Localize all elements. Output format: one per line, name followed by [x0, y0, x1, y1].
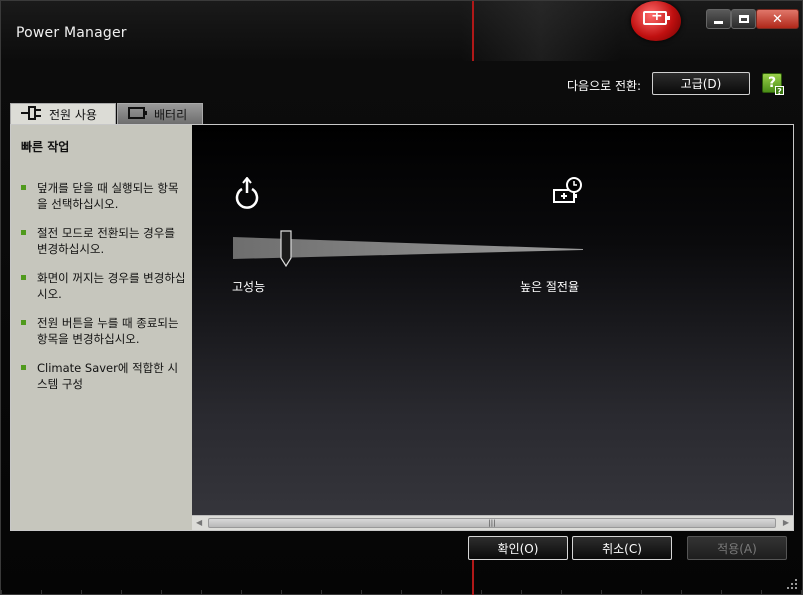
close-icon: ✕ [772, 11, 783, 27]
quick-task-label[interactable]: Climate Saver에 적합한 시스템 구성 [37, 361, 178, 391]
quick-task-sleep[interactable]: 절전 모드로 전환되는 경우를 변경하십시오. [21, 225, 187, 257]
window-title: Power Manager [16, 25, 127, 41]
power-plan-content: 고성능 높은 절전율 [192, 125, 793, 515]
quick-tasks-title: 빠른 작업 [21, 140, 70, 154]
plug-icon [21, 106, 43, 123]
bullet-icon [21, 275, 26, 280]
bullet-icon [21, 320, 26, 325]
tab-power-use[interactable]: 전원 사용 [10, 103, 116, 125]
scroll-left-icon[interactable]: ◀ [196, 518, 202, 527]
quick-task-climate-saver[interactable]: Climate Saver에 적합한 시스템 구성 [21, 360, 187, 392]
horizontal-scrollbar[interactable]: ◀ ||| ▶ [192, 515, 793, 530]
high-performance-label: 고성능 [232, 280, 266, 294]
help-icon[interactable]: ?? [762, 73, 784, 96]
background-accent-line [472, 1, 474, 61]
tab-label: 전원 사용 [49, 108, 97, 122]
maximize-icon [738, 15, 749, 23]
apply-button[interactable]: 적용(A) [687, 536, 787, 560]
quick-task-label[interactable]: 절전 모드로 전환되는 경우를 변경하십시오. [37, 226, 175, 256]
scroll-right-icon[interactable]: ▶ [783, 518, 789, 527]
minimize-icon [714, 20, 723, 24]
ok-button[interactable]: 확인(O) [468, 536, 568, 560]
quick-task-label[interactable]: 화면이 꺼지는 경우를 변경하십시오. [37, 271, 186, 301]
advanced-mode-button[interactable]: 고급(D) [652, 72, 750, 95]
bullet-icon [21, 230, 26, 235]
main-panel: 빠른 작업 덮개를 닫을 때 실행되는 항목을 선택하십시오. 절전 모드로 전… [10, 124, 794, 531]
switch-mode-label: 다음으로 전환: [567, 79, 642, 93]
cancel-button[interactable]: 취소(C) [572, 536, 672, 560]
power-icon [234, 176, 260, 214]
bullet-icon [21, 185, 26, 190]
app-logo-icon: + [631, 1, 681, 41]
close-button[interactable]: ✕ [756, 9, 799, 29]
minimize-button[interactable] [706, 9, 731, 29]
quick-task-display-off[interactable]: 화면이 꺼지는 경우를 변경하십시오. [21, 270, 187, 302]
quick-task-label[interactable]: 전원 버튼을 누를 때 종료되는 항목을 변경하십시오. [37, 316, 179, 346]
tab-battery[interactable]: 배터리 [117, 103, 203, 125]
scrollbar-thumb[interactable]: ||| [208, 518, 776, 528]
quick-tasks-sidebar: 빠른 작업 덮개를 닫을 때 실행되는 항목을 선택하십시오. 절전 모드로 전… [11, 125, 192, 530]
quick-task-lid-close[interactable]: 덮개를 닫을 때 실행되는 항목을 선택하십시오. [21, 180, 187, 212]
battery-icon [128, 107, 148, 122]
quick-tasks-list: 덮개를 닫을 때 실행되는 항목을 선택하십시오. 절전 모드로 전환되는 경우… [21, 180, 187, 405]
maximize-button[interactable] [731, 9, 756, 29]
bullet-icon [21, 365, 26, 370]
glass-reflection [461, 1, 621, 61]
quick-task-power-button[interactable]: 전원 버튼을 누를 때 종료되는 항목을 변경하십시오. [21, 315, 187, 347]
performance-slider-thumb[interactable] [279, 230, 292, 268]
high-power-saving-label: 높은 절전율 [520, 280, 580, 294]
tab-label: 배터리 [154, 108, 188, 122]
resize-grip-icon[interactable] [786, 578, 798, 590]
taskbar-edge [1, 590, 803, 594]
power-manager-window: Power Manager + ✕ 다음으로 전환: 고급(D) ?? 전원 사… [0, 0, 803, 595]
battery-timer-icon [552, 177, 584, 210]
quick-task-label[interactable]: 덮개를 닫을 때 실행되는 항목을 선택하십시오. [37, 181, 179, 211]
